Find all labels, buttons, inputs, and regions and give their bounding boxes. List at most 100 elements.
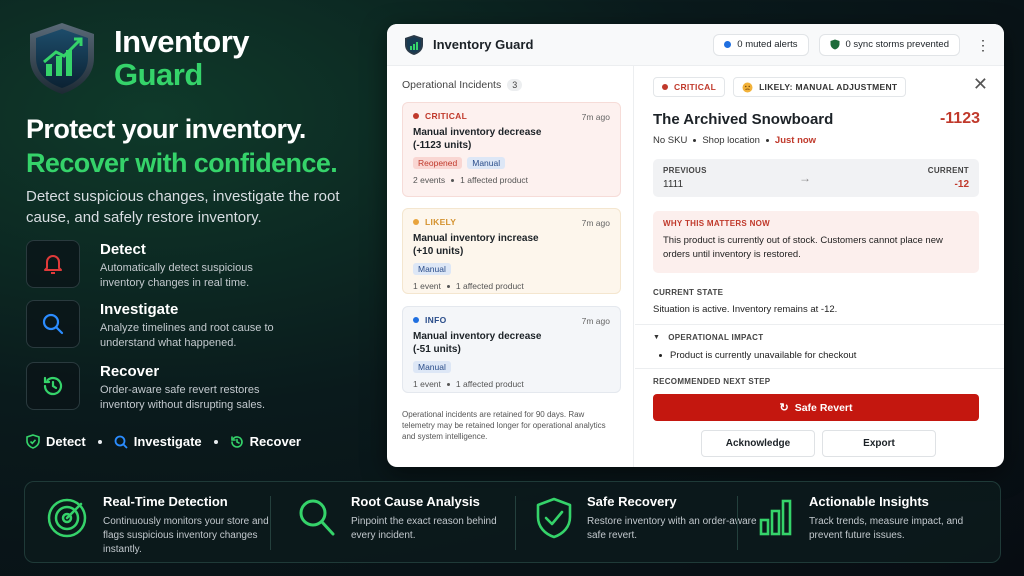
previous-label: PREVIOUS <box>663 166 707 175</box>
search-icon <box>114 435 128 449</box>
incident-meta: 2 events 1 affected product <box>413 175 610 185</box>
export-button[interactable]: Export <box>822 430 936 457</box>
tag-manual: Manual <box>413 361 451 373</box>
benefit-title: Safe Recovery <box>587 494 677 509</box>
separator-dot <box>213 439 218 444</box>
incident-card-likely[interactable]: LIKELY 7m ago Manual inventory increase … <box>402 208 621 294</box>
inventory-compare: PREVIOUS 1111 → CURRENT -12 <box>653 159 979 197</box>
shield-check-icon <box>26 434 40 449</box>
sync-storms-pill[interactable]: 0 sync storms prevented <box>818 33 960 56</box>
benefit-desc: Pinpoint the exact reason behind every i… <box>351 516 497 541</box>
incident-events: 1 event <box>413 379 441 389</box>
cause-badge: LIKELY: MANUAL ADJUSTMENT <box>733 77 907 97</box>
bell-icon <box>26 240 80 288</box>
severity-dot-icon <box>662 84 668 90</box>
product-location: Shop location <box>702 135 760 146</box>
benefit-title: Root Cause Analysis <box>351 494 480 509</box>
feature-detect: Detect Automatically detect suspicious i… <box>26 240 280 291</box>
history-icon <box>26 362 80 410</box>
search-icon <box>26 300 80 348</box>
divider <box>270 496 271 550</box>
mini-step-recover: Recover <box>230 434 301 449</box>
incident-title: Manual inventory decrease (-51 units) <box>413 331 542 355</box>
hero-headline: Protect your inventory. Recover with con… <box>26 112 338 180</box>
impact-heading: OPERATIONAL IMPACT <box>668 333 764 342</box>
revert-icon: ↻ <box>779 402 789 414</box>
incident-title: Manual inventory increase (+10 units) <box>413 233 539 257</box>
divider <box>635 324 1004 325</box>
product-meta: No SKU Shop location Just now <box>653 135 816 146</box>
feature-title: Detect <box>100 241 146 258</box>
panel-title: Inventory Guard <box>433 37 534 52</box>
product-sku: No SKU <box>653 135 688 146</box>
muted-alerts-pill[interactable]: 0 muted alerts <box>713 33 809 56</box>
why-box: WHY THIS MATTERS NOW This product is cur… <box>653 211 979 273</box>
feature-title: Investigate <box>100 301 179 318</box>
incident-card-critical[interactable]: CRITICAL 7m ago Manual inventory decreas… <box>402 102 621 197</box>
benefits-strip: Real-Time Detection Continuously monitor… <box>24 481 1001 563</box>
incident-card-info[interactable]: INFO 7m ago Manual inventory decrease (-… <box>402 306 621 393</box>
incident-events: 1 event <box>413 281 441 291</box>
muted-alerts-label: 0 muted alerts <box>737 39 798 50</box>
bar-chart-icon <box>759 499 792 536</box>
incident-affected: 1 affected product <box>460 175 529 185</box>
shield-logo-icon <box>30 23 94 94</box>
hero-subhead: Detect suspicious changes, investigate t… <box>26 188 340 226</box>
headline-line-2: Recover with confidence. <box>26 148 338 178</box>
severity-badge-text: CRITICAL <box>674 82 717 92</box>
feature-desc: Automatically detect suspicious inventor… <box>100 262 253 289</box>
incident-time: 7m ago <box>581 112 610 122</box>
incidents-heading: Operational Incidents 3 <box>402 79 523 91</box>
more-menu-icon[interactable]: ⋮ <box>976 38 990 52</box>
severity-label: CRITICAL <box>413 111 610 121</box>
incidents-column: Operational Incidents 3 CRITICAL 7m ago … <box>387 66 634 467</box>
feature-title: Recover <box>100 363 160 380</box>
close-icon[interactable]: ✕ <box>973 75 988 93</box>
mini-step-label: Investigate <box>133 434 202 449</box>
feature-investigate: Investigate Analyze timelines and root c… <box>26 300 280 351</box>
mini-step-label: Recover <box>249 434 301 449</box>
tag-manual: Manual <box>413 263 451 275</box>
arrow-right-icon: → <box>799 171 811 185</box>
magnifier-icon <box>299 499 335 536</box>
severity-text: CRITICAL <box>425 111 468 121</box>
feature-desc: Order-aware safe revert restores invento… <box>100 384 266 411</box>
mini-step-label: Detect <box>46 434 86 449</box>
brand-name: Inventory <box>114 24 250 59</box>
safe-revert-button[interactable]: ↻ Safe Revert <box>653 394 979 421</box>
benefit-title: Real-Time Detection <box>103 494 228 509</box>
divider <box>737 496 738 550</box>
brand-sub: Guard <box>114 57 203 92</box>
emoji-face-icon <box>742 82 753 92</box>
impact-toggle[interactable]: ▼ OPERATIONAL IMPACT <box>653 333 763 342</box>
why-text: This product is currently out of stock. … <box>663 235 943 260</box>
panel-header: Inventory Guard 0 muted alerts 0 sync st… <box>387 24 1004 66</box>
severity-dot-icon <box>413 113 419 119</box>
incident-time: 7m ago <box>581 316 610 326</box>
blue-dot-icon <box>724 41 732 48</box>
acknowledge-button[interactable]: Acknowledge <box>701 430 815 457</box>
target-icon <box>47 498 87 538</box>
incident-detail: CRITICAL LIKELY: MANUAL ADJUSTMENT ✕ The… <box>635 66 1004 467</box>
benefit-desc: Restore inventory with an order-aware sa… <box>587 516 757 541</box>
state-heading: CURRENT STATE <box>653 288 724 297</box>
divider <box>515 496 516 550</box>
app-panel: Inventory Guard 0 muted alerts 0 sync st… <box>387 24 1004 467</box>
current-label: CURRENT <box>927 166 969 175</box>
state-text: Situation is active. Inventory remains a… <box>653 304 838 315</box>
severity-label: INFO <box>413 315 610 325</box>
retention-note: Operational incidents are retained for 9… <box>402 410 606 441</box>
incidents-label: Operational Incidents <box>402 79 502 91</box>
incident-affected: 1 affected product <box>455 281 524 291</box>
incident-events: 2 events <box>413 175 446 185</box>
brand: Inventory Guard <box>26 20 250 96</box>
feature-recover: Recover Order-aware safe revert restores… <box>26 362 280 413</box>
mini-step-detect: Detect <box>26 434 86 449</box>
tag-manual: Manual <box>467 157 506 169</box>
benefit-root-cause: Root Cause Analysis Pinpoint the exact r… <box>297 482 521 564</box>
benefit-desc: Continuously monitors your store and fla… <box>103 516 269 555</box>
headline-line-1: Protect your inventory. <box>26 114 306 144</box>
incident-meta: 1 event 1 affected product <box>413 281 610 291</box>
severity-text: LIKELY <box>425 217 457 227</box>
incident-time: 7m ago <box>581 218 610 228</box>
